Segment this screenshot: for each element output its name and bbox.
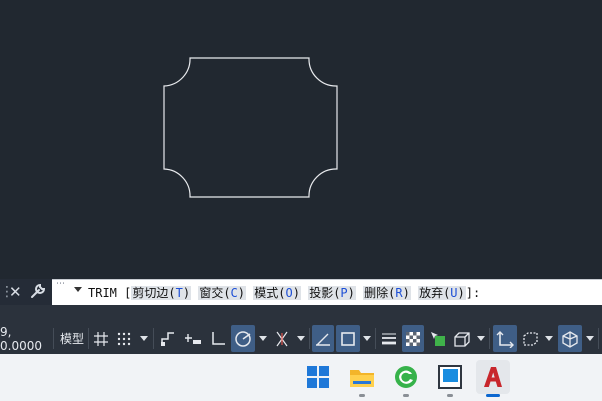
isometric-drafting-icon[interactable] [271,325,293,352]
selection-cycling-icon[interactable] [427,325,449,352]
app-window-icon[interactable] [433,360,467,397]
lineweight-icon[interactable] [378,325,400,352]
wrench-icon[interactable] [29,282,47,305]
3d-object-snap-icon[interactable] [451,325,473,352]
running-indicator [447,394,453,397]
isodraft-dropdown-chevron-down-icon[interactable] [295,325,307,352]
browser-icon[interactable] [389,360,423,397]
drawing-canvas[interactable] [0,0,602,279]
object-snap-icon[interactable] [336,325,360,352]
command-input[interactable]: ⋯ TRIM [剪切边(T) 窗交(C) 模式(O) 投影(P) 删除(R) 放… [52,279,602,305]
active-indicator [486,394,500,397]
file-explorer-icon[interactable] [345,360,379,397]
snap-dropdown-chevron-down-icon[interactable] [137,325,151,352]
selection-filter-icon[interactable] [519,325,541,352]
infer-constraints-icon[interactable] [157,325,179,352]
taskbar [0,354,602,401]
recent-commands-dropdown-icon[interactable] [74,287,82,292]
osnap-dropdown-chevron-down-icon[interactable] [361,325,373,352]
option-crossing[interactable]: 窗交(C) [198,286,247,300]
snap-dots-icon[interactable] [114,325,134,352]
option-erase[interactable]: 删除(R) [363,286,411,300]
gizmo-icon[interactable] [558,325,582,352]
transparency-icon[interactable] [402,325,424,352]
command-prompt: TRIM [剪切边(T) 窗交(C) 模式(O) 投影(P) 删除(R) 放弃(… [88,285,480,301]
command-history-icon[interactable]: ⋯ [56,280,65,289]
coordinate-readout[interactable]: 9, 0.0000 [0,325,52,353]
option-mode[interactable]: 模式(O) [253,286,301,300]
close-icon[interactable]: ✕ [9,282,22,302]
dynamic-input-icon[interactable] [182,325,204,352]
prompt-close: ]: [465,286,481,300]
model-space-button[interactable]: 模型 [56,325,88,352]
trimmed-rectangle-shape[interactable] [163,57,338,198]
option-project[interactable]: 投影(P) [308,286,356,300]
filter-dropdown-chevron-down-icon[interactable] [543,325,555,352]
ortho-icon[interactable] [207,325,229,352]
polar-tracking-icon[interactable] [231,325,255,352]
option-trim-edges[interactable]: 剪切边(T) [131,286,192,300]
grid-icon[interactable] [91,325,111,352]
object-snap-tracking-icon[interactable] [312,325,334,352]
command-name: TRIM [88,286,117,300]
autocad-icon[interactable] [476,360,510,397]
windows-start-icon[interactable] [301,360,335,394]
running-indicator [359,394,365,397]
dynamic-ucs-icon[interactable] [493,325,517,352]
option-undo[interactable]: 放弃(U) [418,286,466,300]
gizmo-dropdown-chevron-down-icon[interactable] [584,325,596,352]
status-bar: 9, 0.0000 模型 [0,305,602,354]
3dosnap-dropdown-chevron-down-icon[interactable] [475,325,487,352]
drawing-svg[interactable] [0,0,602,279]
running-indicator [403,394,409,397]
polar-dropdown-chevron-down-icon[interactable] [257,325,269,352]
